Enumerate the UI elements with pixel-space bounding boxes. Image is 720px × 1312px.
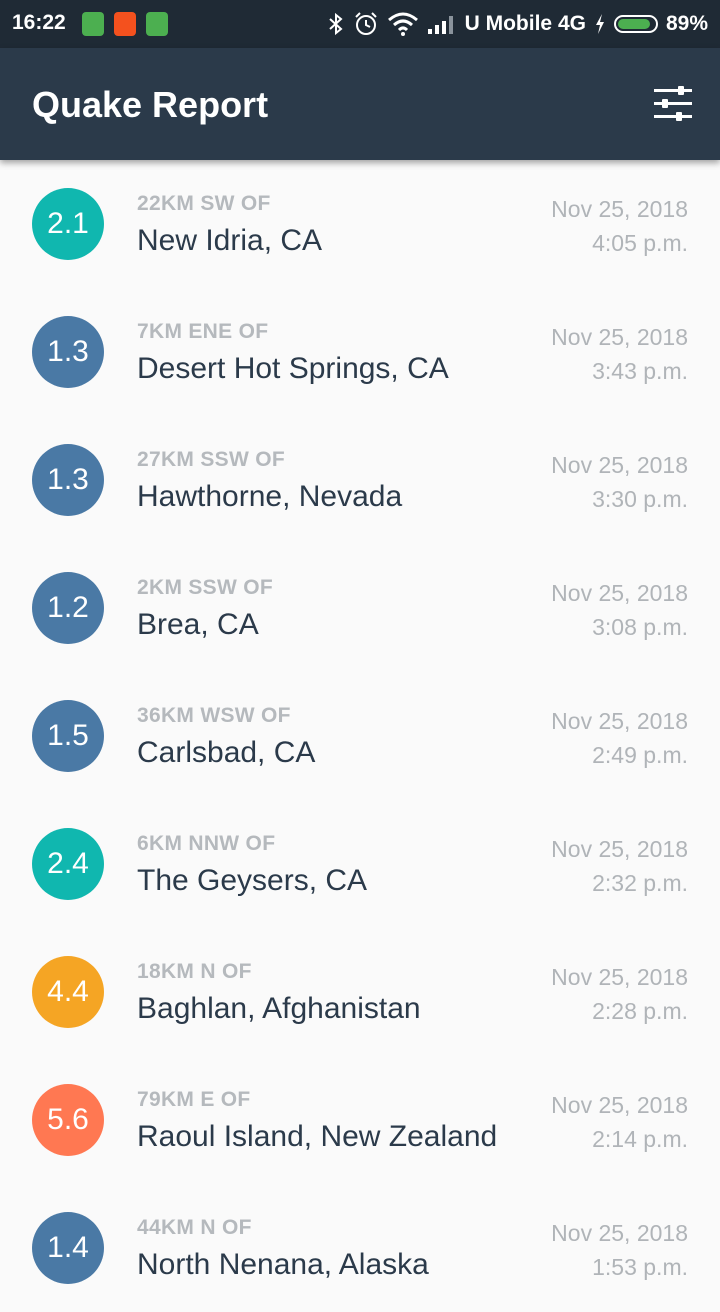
earthquake-list[interactable]: 2.1 22KM SW OF New Idria, CA Nov 25, 201… — [0, 160, 720, 1312]
alarm-icon — [354, 12, 377, 35]
status-time: 16:22 — [12, 11, 66, 34]
magnitude-circle: 2.1 — [32, 188, 104, 260]
location-offset: 36KM WSW OF — [137, 704, 291, 727]
battery-percent: 89% — [665, 12, 708, 35]
signal-icon — [427, 16, 453, 34]
quake-time: 3:08 p.m. — [592, 614, 688, 640]
charging-icon — [595, 14, 604, 34]
primary-location: North Nenana, Alaska — [137, 1248, 429, 1281]
primary-location: New Idria, CA — [137, 224, 323, 257]
quake-time: 2:28 p.m. — [592, 998, 688, 1024]
magnitude-circle: 1.3 — [32, 316, 104, 388]
app-bar: Quake Report — [0, 48, 720, 160]
primary-location: Desert Hot Springs, CA — [137, 352, 449, 385]
location-offset: 44KM N OF — [137, 1216, 252, 1239]
quake-time: 4:05 p.m. — [592, 230, 688, 256]
quake-time: 1:53 p.m. — [592, 1254, 688, 1280]
quake-time: 3:43 p.m. — [592, 358, 688, 384]
magnitude-circle: 2.4 — [32, 828, 104, 900]
location-offset: 6KM NNW OF — [137, 832, 276, 855]
quake-date: Nov 25, 2018 — [551, 324, 688, 350]
primary-location: Raoul Island, New Zealand — [137, 1120, 498, 1153]
quake-time: 2:14 p.m. — [592, 1126, 688, 1152]
settings-sliders-icon[interactable] — [654, 86, 692, 122]
primary-location: Baghlan, Afghanistan — [137, 992, 421, 1025]
earthquake-list-item[interactable]: 1.3 27KM SSW OF Hawthorne, Nevada Nov 25… — [0, 416, 720, 544]
earthquake-list-item[interactable]: 1.2 2KM SSW OF Brea, CA Nov 25, 2018 3:0… — [0, 544, 720, 672]
quake-time: 2:32 p.m. — [592, 870, 688, 896]
earthquake-list-item[interactable]: 1.3 7KM ENE OF Desert Hot Springs, CA No… — [0, 288, 720, 416]
carrier-label: U Mobile 4G — [464, 12, 586, 35]
earthquake-list-item[interactable]: 1.4 44KM N OF North Nenana, Alaska Nov 2… — [0, 1184, 720, 1312]
quake-date: Nov 25, 2018 — [551, 1092, 688, 1118]
location-offset: 18KM N OF — [137, 960, 252, 983]
location-offset: 7KM ENE OF — [137, 320, 269, 343]
status-right-group: U Mobile 4G 89% — [327, 11, 708, 37]
earthquake-list-item[interactable]: 1.5 36KM WSW OF Carlsbad, CA Nov 25, 201… — [0, 672, 720, 800]
app-title: Quake Report — [32, 84, 269, 125]
earthquake-list-item[interactable]: 2.4 6KM NNW OF The Geysers, CA Nov 25, 2… — [0, 800, 720, 928]
battery-icon — [613, 15, 658, 33]
location-offset: 27KM SSW OF — [137, 448, 285, 471]
quake-date: Nov 25, 2018 — [551, 580, 688, 606]
notification-sim-icon — [82, 12, 104, 36]
magnitude-circle: 1.5 — [32, 700, 104, 772]
battery-level-fill — [617, 19, 650, 29]
magnitude-circle: 1.3 — [32, 444, 104, 516]
location-offset: 79KM E OF — [137, 1088, 251, 1111]
magnitude-circle: 1.4 — [32, 1212, 104, 1284]
location-offset: 2KM SSW OF — [137, 576, 274, 599]
earthquake-list-item[interactable]: 4.4 18KM N OF Baghlan, Afghanistan Nov 2… — [0, 928, 720, 1056]
quake-date: Nov 25, 2018 — [551, 836, 688, 862]
quake-time: 2:49 p.m. — [592, 742, 688, 768]
primary-location: The Geysers, CA — [137, 864, 368, 897]
quake-date: Nov 25, 2018 — [551, 708, 688, 734]
magnitude-circle: 4.4 — [32, 956, 104, 1028]
quake-time: 3:30 p.m. — [592, 486, 688, 512]
quake-date: Nov 25, 2018 — [551, 452, 688, 478]
notification-app-icon — [114, 12, 136, 36]
location-offset: 22KM SW OF — [137, 192, 271, 215]
bluetooth-icon — [328, 12, 343, 36]
notification-android-icon — [146, 12, 168, 36]
primary-location: Carlsbad, CA — [137, 736, 316, 769]
earthquake-list-item[interactable]: 5.6 79KM E OF Raoul Island, New Zealand … — [0, 1056, 720, 1184]
quake-date: Nov 25, 2018 — [551, 964, 688, 990]
status-bar: 16:22 U Mobile 4G 89% — [0, 0, 720, 48]
quake-date: Nov 25, 2018 — [551, 1220, 688, 1246]
primary-location: Hawthorne, Nevada — [137, 480, 403, 513]
primary-location: Brea, CA — [137, 608, 259, 641]
magnitude-circle: 1.2 — [32, 572, 104, 644]
magnitude-circle: 5.6 — [32, 1084, 104, 1156]
wifi-icon — [387, 12, 418, 36]
quake-date: Nov 25, 2018 — [551, 196, 688, 222]
earthquake-list-item[interactable]: 2.1 22KM SW OF New Idria, CA Nov 25, 201… — [0, 160, 720, 288]
